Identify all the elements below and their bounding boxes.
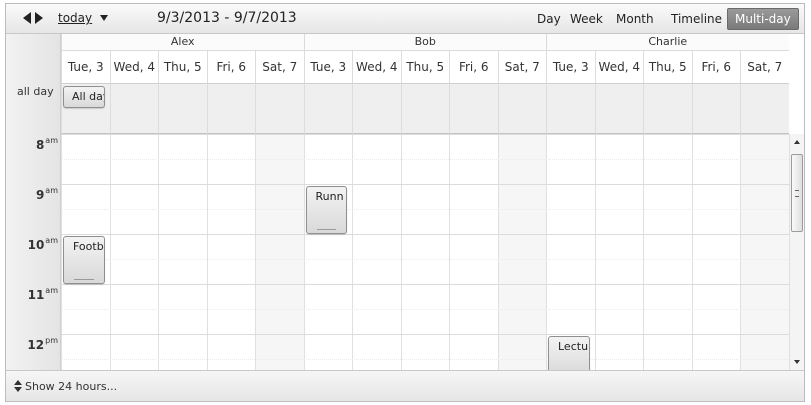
scroll-thumb[interactable] bbox=[791, 154, 803, 232]
hour-value: 10 bbox=[27, 238, 45, 252]
half-hour-line bbox=[61, 359, 789, 360]
event-title: All day bbox=[72, 90, 104, 103]
view-button-timeline[interactable]: Timeline bbox=[664, 8, 729, 30]
allday-cell[interactable] bbox=[109, 84, 158, 134]
hour-suffix: am bbox=[45, 186, 58, 195]
allday-cell[interactable] bbox=[400, 84, 449, 134]
hour-value: 9 bbox=[35, 188, 45, 202]
footer: Show 24 hours... bbox=[6, 370, 804, 401]
half-hour-line bbox=[61, 309, 789, 310]
expand-vertical-icon[interactable] bbox=[14, 380, 22, 394]
allday-cell[interactable] bbox=[643, 84, 692, 134]
calendar-event[interactable]: Runn bbox=[305, 186, 347, 234]
view-button-multi-day[interactable]: Multi-day bbox=[727, 8, 799, 30]
allday-cell[interactable] bbox=[255, 84, 304, 134]
resource-header-bob: Bob bbox=[303, 34, 546, 51]
day-header[interactable]: Sat, 7 bbox=[740, 51, 789, 84]
allday-cell[interactable] bbox=[497, 84, 546, 134]
scheduler: today 9/3/2013 - 9/7/2013 Day Week Month… bbox=[5, 3, 805, 402]
hour-value: 11 bbox=[27, 288, 45, 302]
allday-cell[interactable] bbox=[691, 84, 740, 134]
chevron-left-icon[interactable] bbox=[23, 12, 31, 24]
hour-label: 11am bbox=[6, 286, 58, 302]
hour-suffix: am bbox=[45, 136, 58, 145]
hour-suffix: am bbox=[45, 236, 58, 245]
calendar-event[interactable]: All day bbox=[63, 86, 105, 108]
hour-label: 12pm bbox=[6, 336, 58, 352]
allday-cell[interactable] bbox=[303, 84, 352, 134]
chevron-right-icon[interactable] bbox=[35, 12, 43, 24]
half-hour-line bbox=[61, 159, 789, 160]
time-gutter bbox=[6, 134, 61, 370]
calendar-event[interactable]: Footb bbox=[63, 236, 105, 284]
scroll-down-icon[interactable] bbox=[794, 360, 800, 364]
day-header[interactable]: Sat, 7 bbox=[497, 51, 546, 84]
view-button-month[interactable]: Month bbox=[609, 8, 661, 30]
today-button[interactable]: today bbox=[58, 11, 92, 25]
day-header[interactable]: Wed, 4 bbox=[109, 51, 158, 84]
hour-line bbox=[61, 334, 789, 335]
day-header[interactable]: Tue, 3 bbox=[546, 51, 595, 84]
day-header[interactable]: Wed, 4 bbox=[352, 51, 401, 84]
hour-label: 10am bbox=[6, 236, 58, 252]
event-title: Runn bbox=[315, 190, 344, 203]
allday-cell[interactable] bbox=[546, 84, 595, 134]
allday-cell[interactable] bbox=[352, 84, 401, 134]
day-header[interactable]: Thu, 5 bbox=[643, 51, 692, 84]
hour-suffix: am bbox=[45, 286, 58, 295]
half-hour-line bbox=[61, 259, 789, 260]
show-24-hours-link[interactable]: Show 24 hours... bbox=[25, 380, 117, 393]
event-title: Footb bbox=[73, 240, 104, 253]
caret-down-icon[interactable] bbox=[100, 15, 108, 21]
hour-line bbox=[61, 184, 789, 185]
resize-handle[interactable] bbox=[74, 279, 94, 280]
allday-cell[interactable] bbox=[158, 84, 207, 134]
allday-cell[interactable] bbox=[594, 84, 643, 134]
half-hour-line bbox=[61, 209, 789, 210]
calendar-event[interactable]: Lectu bbox=[548, 336, 590, 370]
resource-header-alex: Alex bbox=[61, 34, 304, 51]
resource-header-charlie: Charlie bbox=[546, 34, 789, 51]
date-range-title: 9/3/2013 - 9/7/2013 bbox=[157, 10, 297, 26]
header-gutter bbox=[6, 34, 61, 134]
allday-cell[interactable] bbox=[449, 84, 498, 134]
scroll-up-icon[interactable] bbox=[794, 140, 800, 144]
day-header[interactable]: Sat, 7 bbox=[255, 51, 304, 84]
toolbar: today 9/3/2013 - 9/7/2013 Day Week Month… bbox=[6, 4, 804, 34]
day-header[interactable]: Tue, 3 bbox=[61, 51, 110, 84]
view-button-week[interactable]: Week bbox=[563, 8, 610, 30]
hour-suffix: pm bbox=[45, 336, 58, 345]
day-header[interactable]: Wed, 4 bbox=[594, 51, 643, 84]
day-header[interactable]: Thu, 5 bbox=[400, 51, 449, 84]
hour-label: 8am bbox=[6, 136, 58, 152]
day-header[interactable]: Thu, 5 bbox=[158, 51, 207, 84]
allday-cell[interactable] bbox=[206, 84, 255, 134]
day-header[interactable]: Tue, 3 bbox=[303, 51, 352, 84]
allday-label: all day bbox=[17, 85, 54, 98]
hour-value: 8 bbox=[35, 138, 45, 152]
day-header[interactable]: Fri, 6 bbox=[691, 51, 740, 84]
vertical-scrollbar[interactable] bbox=[789, 134, 804, 370]
hour-line bbox=[61, 134, 789, 135]
event-title: Lectu bbox=[558, 340, 589, 353]
day-header[interactable]: Fri, 6 bbox=[206, 51, 255, 84]
time-grid: 8am 9am 10am 11am 12pm Footb Runn Lectu bbox=[6, 134, 804, 370]
hour-label: 9am bbox=[6, 186, 58, 202]
hour-line bbox=[61, 234, 789, 235]
day-header[interactable]: Fri, 6 bbox=[449, 51, 498, 84]
hour-value: 12 bbox=[27, 338, 45, 352]
hour-line bbox=[61, 284, 789, 285]
resize-handle[interactable] bbox=[316, 229, 336, 230]
allday-cell[interactable] bbox=[740, 84, 789, 134]
